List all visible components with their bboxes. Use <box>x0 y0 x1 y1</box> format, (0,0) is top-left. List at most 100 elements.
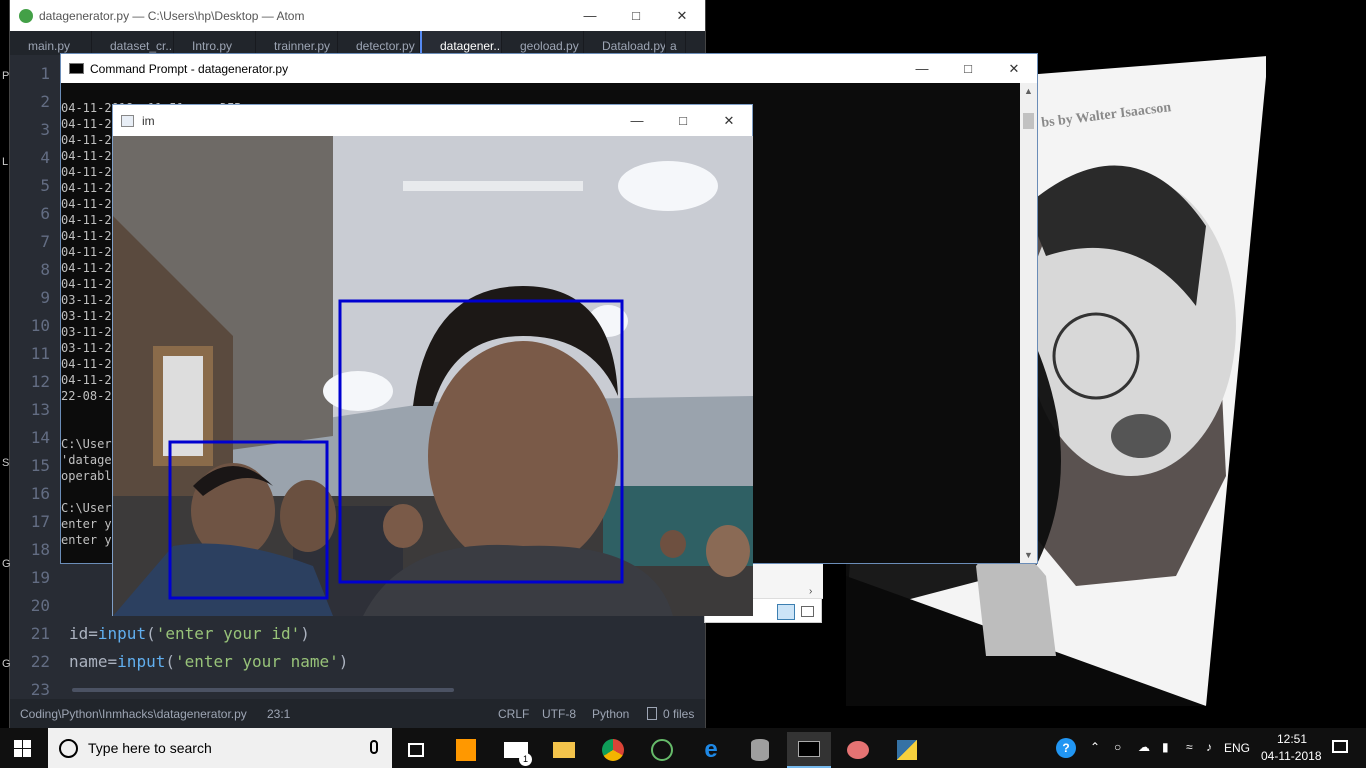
scroll-up-icon[interactable]: ▲ <box>1020 83 1037 99</box>
maximize-icon[interactable]: □ <box>613 0 659 31</box>
close-icon[interactable]: ✕ <box>706 105 752 136</box>
edge-letter: L <box>2 156 9 168</box>
atom-tab-bar: main.py dataset_cr... Intro.py trainner.… <box>10 31 705 55</box>
image-window-title: im <box>142 113 155 128</box>
vertical-scrollbar[interactable]: ▲ ▼ <box>1020 83 1037 563</box>
atom-title-bar[interactable]: datagenerator.py — C:\Users\hp\Desktop —… <box>10 0 705 31</box>
image-window[interactable]: im — □ ✕ <box>112 104 753 616</box>
code-token: ( <box>165 652 175 671</box>
code-token: id= <box>69 624 98 643</box>
help-icon[interactable]: ? <box>1056 738 1076 758</box>
webcam-frame <box>113 136 753 616</box>
onedrive-icon[interactable]: ☁ <box>1138 740 1150 754</box>
atom-app-icon[interactable] <box>640 732 684 768</box>
file-explorer-icon[interactable] <box>542 732 586 768</box>
image-window-title-bar[interactable]: im — □ ✕ <box>113 105 752 136</box>
line-number: 12 <box>30 372 50 391</box>
language-indicator[interactable]: ENG <box>1224 741 1250 755</box>
network-icon[interactable]: ○ <box>1114 740 1121 754</box>
edge-icon[interactable]: e <box>689 732 733 768</box>
cmd-icon <box>69 63 84 74</box>
status-encoding[interactable]: UTF-8 <box>542 707 576 721</box>
chevron-up-icon[interactable]: ⌃ <box>1090 740 1100 754</box>
status-grammar[interactable]: Python <box>592 707 629 721</box>
large-icons-view-icon[interactable] <box>801 606 814 617</box>
clock-time[interactable]: 12:51 <box>1277 732 1307 746</box>
start-windows-icon[interactable] <box>0 730 44 766</box>
database-icon[interactable] <box>738 732 782 768</box>
line-number: 8 <box>40 260 50 279</box>
code-token: input <box>97 624 147 643</box>
tab-main[interactable]: main.py <box>10 31 92 55</box>
hidden-panel-edge: P L S G G <box>2 70 12 670</box>
microphone-icon[interactable] <box>370 740 378 754</box>
tab-dataset-cr[interactable]: dataset_cr... <box>92 31 174 55</box>
line-number: 17 <box>30 512 50 531</box>
status-cursor-position[interactable]: 23:1 <box>267 707 290 721</box>
line-number: 22 <box>30 652 50 671</box>
line-number: 5 <box>40 176 50 195</box>
status-line-ending[interactable]: CRLF <box>498 707 529 721</box>
tab-overflow[interactable]: a <box>666 31 686 55</box>
chevron-right-icon[interactable]: › <box>809 586 812 597</box>
tab-trainner[interactable]: trainner.py <box>256 31 338 55</box>
code-token: name= <box>69 652 118 671</box>
minimize-icon[interactable]: — <box>614 105 660 136</box>
code-token: 'enter your id' <box>155 624 301 643</box>
paint-icon[interactable] <box>836 732 880 768</box>
minimize-icon[interactable]: — <box>899 54 945 83</box>
tab-intro[interactable]: Intro.py <box>174 31 256 55</box>
volume-icon[interactable]: ♪ <box>1206 740 1212 754</box>
scroll-down-icon[interactable]: ▼ <box>1020 547 1037 563</box>
edge-letter: G <box>2 658 11 670</box>
cortana-icon <box>59 738 78 758</box>
line-number: 15 <box>30 456 50 475</box>
code-line-21[interactable]: id=input('enter your id') <box>69 620 348 648</box>
notifications-icon[interactable] <box>1332 740 1348 753</box>
clock-date[interactable]: 04-11-2018 <box>1261 749 1322 763</box>
tab-geoload[interactable]: geoload.py <box>502 31 584 55</box>
close-icon[interactable]: ✕ <box>659 0 705 31</box>
cmd-title-bar[interactable]: Command Prompt - datagenerator.py — □ ✕ <box>61 54 1037 83</box>
command-prompt-taskbar-icon[interactable] <box>787 732 831 768</box>
atom-status-bar: Coding\Python\Inmhacks\datagenerator.py … <box>10 699 705 730</box>
mail-icon[interactable]: 1 <box>494 732 538 768</box>
code-token: input <box>117 652 166 671</box>
python-icon[interactable] <box>885 732 929 768</box>
close-icon[interactable]: ✕ <box>991 54 1037 83</box>
wifi-icon[interactable]: ≈ <box>1186 740 1193 754</box>
atom-logo-icon <box>19 8 33 23</box>
line-number: 19 <box>30 568 50 587</box>
task-view-icon[interactable] <box>394 732 438 768</box>
code-line-22[interactable]: name=input('enter your name') <box>69 648 348 676</box>
sublime-text-icon[interactable] <box>444 732 488 768</box>
line-number: 1 <box>40 64 50 83</box>
minimize-icon[interactable]: — <box>567 0 613 31</box>
status-files[interactable]: 0 files <box>663 707 694 721</box>
maximize-icon[interactable]: □ <box>945 54 991 83</box>
tab-dataload[interactable]: Dataload.py <box>584 31 666 55</box>
mail-badge: 1 <box>519 753 532 766</box>
system-tray: ? ⌃ ○ ☁ ▮ ≈ ♪ ENG 12:51 04-11-2018 <box>1046 728 1366 768</box>
line-number: 16 <box>30 484 50 503</box>
cmd-window-title: Command Prompt - datagenerator.py <box>90 61 289 76</box>
details-view-icon[interactable] <box>777 604 795 620</box>
atom-window-title: datagenerator.py — C:\Users\hp\Desktop —… <box>39 8 305 23</box>
scrollbar-thumb[interactable] <box>1023 113 1034 129</box>
horizontal-scrollbar[interactable] <box>72 688 454 692</box>
line-number: 18 <box>30 540 50 559</box>
code-editor[interactable]: id=input('enter your id') name=input('en… <box>69 620 348 676</box>
code-token: ) <box>300 624 310 643</box>
line-number: 2 <box>40 92 50 111</box>
maximize-icon[interactable]: □ <box>660 105 706 136</box>
line-number: 14 <box>30 428 50 447</box>
chrome-icon[interactable] <box>591 732 635 768</box>
taskbar-search-box[interactable]: Type here to search <box>48 728 392 768</box>
code-token: 'enter your name' <box>174 652 339 671</box>
tab-detector[interactable]: detector.py <box>338 31 420 55</box>
battery-icon[interactable]: ▮ <box>1162 740 1169 754</box>
edge-letter: P <box>2 70 10 82</box>
status-file-path[interactable]: Coding\Python\Inmhacks\datagenerator.py <box>20 707 247 721</box>
tab-datagenerator[interactable]: datagener... <box>420 31 502 55</box>
line-number: 7 <box>40 232 50 251</box>
